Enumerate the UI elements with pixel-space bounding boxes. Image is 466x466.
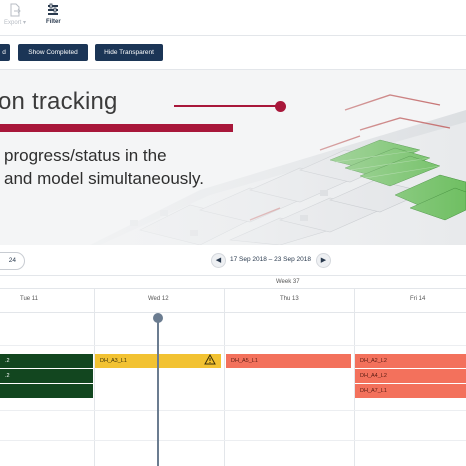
current-time-line — [157, 318, 159, 466]
filter-label: Filter — [46, 19, 61, 25]
date-range: 17 Sep 2018 – 23 Sep 2018 — [230, 256, 311, 263]
show-completed-button[interactable]: Show Completed — [18, 44, 88, 61]
hero-title: on tracking — [0, 88, 118, 115]
next-week-button[interactable]: ▶ — [316, 253, 331, 268]
row-divider — [0, 410, 466, 411]
day-label: Tue 11 — [20, 296, 39, 302]
week-label: Week 37 — [276, 279, 300, 285]
title-underline — [0, 124, 233, 132]
task-bar[interactable]: DH_A5_L1 — [226, 354, 351, 368]
warning-icon — [204, 354, 216, 365]
current-time-handle[interactable] — [153, 313, 163, 323]
day-header: Tue 11 Wed 12 Thu 13 Fri 14 — [0, 289, 466, 313]
hide-transparent-button[interactable]: Hide Transparent — [95, 44, 163, 61]
row-divider — [0, 440, 466, 441]
export-icon — [10, 3, 21, 17]
callout-line — [174, 105, 280, 107]
export-button[interactable]: Export ▾ — [4, 3, 26, 26]
action-bar: d Show Completed Hide Transparent — [0, 36, 466, 70]
task-bar[interactable]: .2 — [0, 369, 93, 383]
partial-action-button[interactable]: d — [0, 44, 10, 61]
task-bar[interactable]: DH_A7_L1 — [355, 384, 466, 398]
toolbar: Export ▾ Filter — [0, 0, 466, 36]
day-label: Wed 12 — [148, 296, 169, 302]
filter-button[interactable]: Filter — [46, 3, 61, 25]
zoom-pill[interactable]: 24 — [0, 252, 25, 270]
day-label: Fri 14 — [410, 296, 426, 302]
chevron-down-icon: ▾ — [23, 20, 27, 26]
hero-subtitle-line2: and model simultaneously. — [4, 169, 205, 188]
callout-dot — [275, 101, 286, 112]
week-header: Week 37 — [0, 275, 466, 289]
task-bar[interactable]: DH_A2_L2 — [355, 354, 466, 368]
export-label: Export — [4, 20, 22, 26]
filter-icon — [48, 3, 59, 15]
task-bar[interactable] — [0, 384, 93, 398]
prev-week-button[interactable]: ◀ — [211, 253, 226, 268]
day-label: Thu 13 — [280, 296, 299, 302]
task-bar[interactable]: .2 — [0, 354, 93, 368]
hero-subtitle-line1: progress/status in the — [4, 146, 167, 165]
row-divider — [0, 345, 466, 346]
task-bar[interactable]: DH_A4_L2 — [355, 369, 466, 383]
